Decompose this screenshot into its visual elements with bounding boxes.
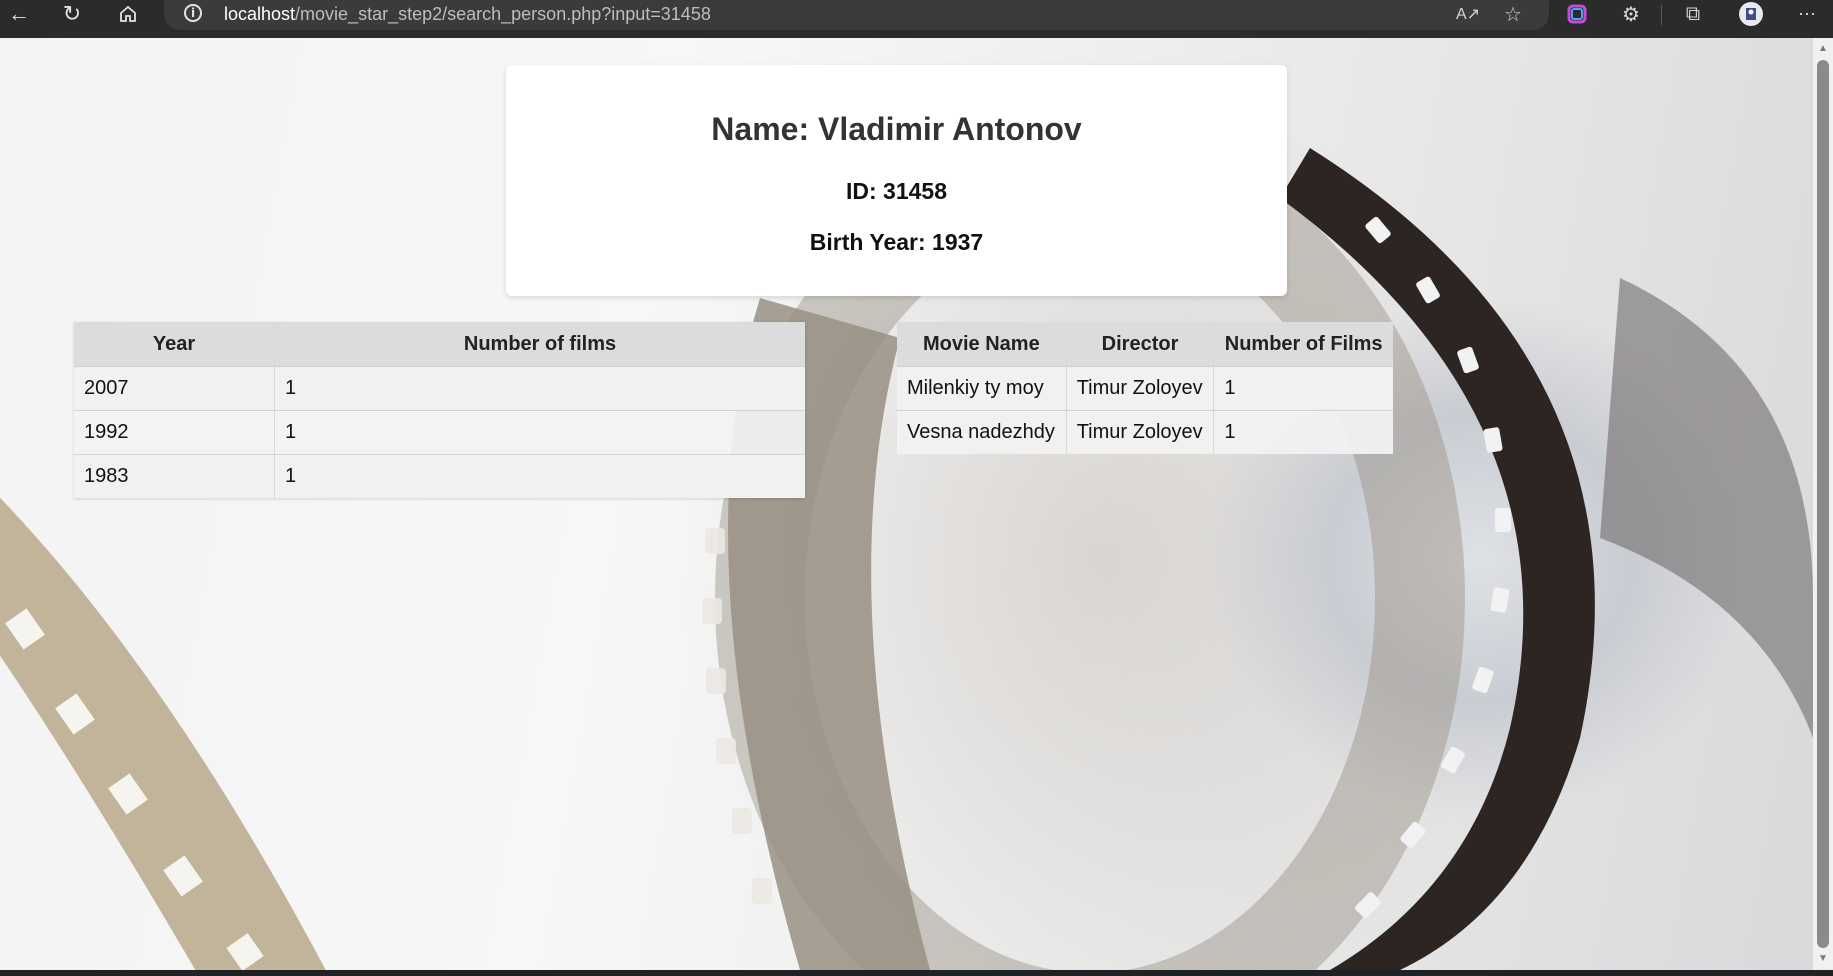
table-row: 1983 1: [74, 454, 805, 498]
copilot-icon[interactable]: [1563, 2, 1591, 26]
table-row: Milenkiy ty moy Timur Zoloyev 1: [897, 366, 1393, 411]
refresh-icon[interactable]: ↻: [57, 0, 87, 28]
back-arrow-icon[interactable]: ←: [4, 0, 34, 28]
toolbar-separator: [1661, 5, 1662, 25]
movie-name-cell: Milenkiy ty moy: [897, 366, 1067, 411]
browser-toolbar: ← ↻ i localhost/movie_star_step2/search_…: [0, 0, 1833, 38]
extensions-icon[interactable]: ⚙: [1617, 2, 1645, 26]
count-cell: 1: [274, 454, 805, 498]
read-aloud-icon[interactable]: A↗: [1454, 2, 1482, 26]
column-header-number-of-films: Number of films: [274, 322, 805, 367]
year-cell: 2007: [74, 366, 275, 411]
url-text[interactable]: localhost/movie_star_step2/search_person…: [224, 4, 711, 25]
table-header-row: Year Number of films: [74, 322, 805, 367]
collections-icon[interactable]: ⧉: [1679, 2, 1707, 26]
column-header-director: Director: [1065, 322, 1214, 367]
window-bottom-edge: [0, 970, 1833, 976]
page-scrollbar[interactable]: ▲ ▼: [1813, 38, 1833, 970]
count-cell: 1: [1213, 410, 1393, 454]
address-bar[interactable]: i localhost/movie_star_step2/search_pers…: [164, 0, 1549, 30]
movies-table: Movie Name Director Number of Films Mile…: [897, 322, 1393, 454]
page-viewport: Name: Vladimir Antonov ID: 31458 Birth Y…: [0, 38, 1813, 970]
table-row: 2007 1: [74, 366, 805, 411]
home-icon[interactable]: [113, 0, 143, 28]
person-id: ID: 31458: [845, 178, 947, 204]
count-cell: 1: [274, 410, 805, 455]
column-header-year: Year: [74, 322, 275, 367]
column-header-movie-name: Movie Name: [897, 322, 1067, 367]
scroll-up-arrow-icon[interactable]: ▲: [1813, 40, 1833, 58]
url-host: localhost: [224, 4, 296, 24]
url-path: /movie_star_step2/search_person.php?inpu…: [295, 4, 711, 24]
director-cell: Timur Zoloyev: [1065, 366, 1214, 411]
scrollbar-thumb[interactable]: [1817, 60, 1829, 948]
person-info-card: Name: Vladimir Antonov ID: 31458 Birth Y…: [506, 65, 1287, 296]
table-row: 1992 1: [74, 410, 805, 455]
profile-avatar-icon[interactable]: [1737, 2, 1765, 26]
table-row: Vesna nadezhdy Timur Zoloyev 1: [897, 410, 1393, 454]
director-cell: Timur Zoloyev: [1065, 410, 1214, 454]
site-info-icon[interactable]: i: [184, 4, 202, 22]
column-header-number-of-films: Number of Films: [1213, 322, 1393, 367]
scroll-down-arrow-icon[interactable]: ▼: [1813, 950, 1833, 968]
count-cell: 1: [1213, 366, 1393, 411]
add-favorite-icon[interactable]: ☆: [1499, 2, 1527, 26]
more-menu-icon[interactable]: ⋯: [1793, 2, 1821, 26]
year-cell: 1992: [74, 410, 275, 455]
count-cell: 1: [274, 366, 805, 411]
movie-name-cell: Vesna nadezhdy: [897, 410, 1067, 454]
year-cell: 1983: [74, 454, 275, 498]
person-birth-year: Birth Year: 1937: [809, 229, 984, 255]
films-by-year-table: Year Number of films 2007 1 1992 1 1983 …: [74, 322, 805, 498]
person-name: Name: Vladimir Antonov: [711, 111, 1082, 147]
table-header-row: Movie Name Director Number of Films: [897, 322, 1393, 367]
